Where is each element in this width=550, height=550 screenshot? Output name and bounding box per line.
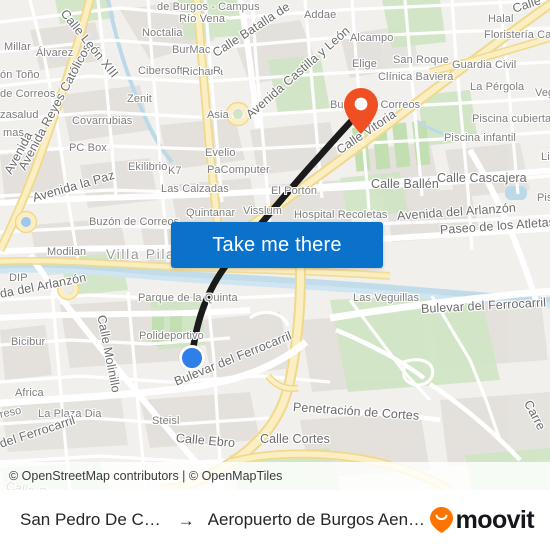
arrow-icon: → bbox=[177, 510, 195, 530]
moovit-wordmark: moovit bbox=[455, 505, 535, 534]
attribution-text[interactable]: © OpenStreetMap contributors | © OpenMap… bbox=[9, 469, 282, 483]
origin-label[interactable]: San Pedro De Car... bbox=[20, 510, 165, 530]
route-footer: San Pedro De Car... → Aeropuerto de Burg… bbox=[0, 490, 550, 550]
take-me-there-button[interactable]: Take me there bbox=[171, 222, 383, 268]
moovit-pin-icon bbox=[429, 507, 453, 533]
moovit-logo[interactable]: moovit bbox=[429, 505, 535, 534]
destination-label[interactable]: Aeropuerto de Burgos Aena I... bbox=[208, 510, 430, 530]
moovit-map-screen: Millar Álvarez Avenida Reyes Católicos Call… bbox=[0, 0, 550, 550]
map-canvas[interactable]: Millar Álvarez Avenida Reyes Católicos Call… bbox=[0, 0, 550, 490]
map-attribution: © OpenStreetMap contributors | © OpenMap… bbox=[0, 462, 550, 490]
